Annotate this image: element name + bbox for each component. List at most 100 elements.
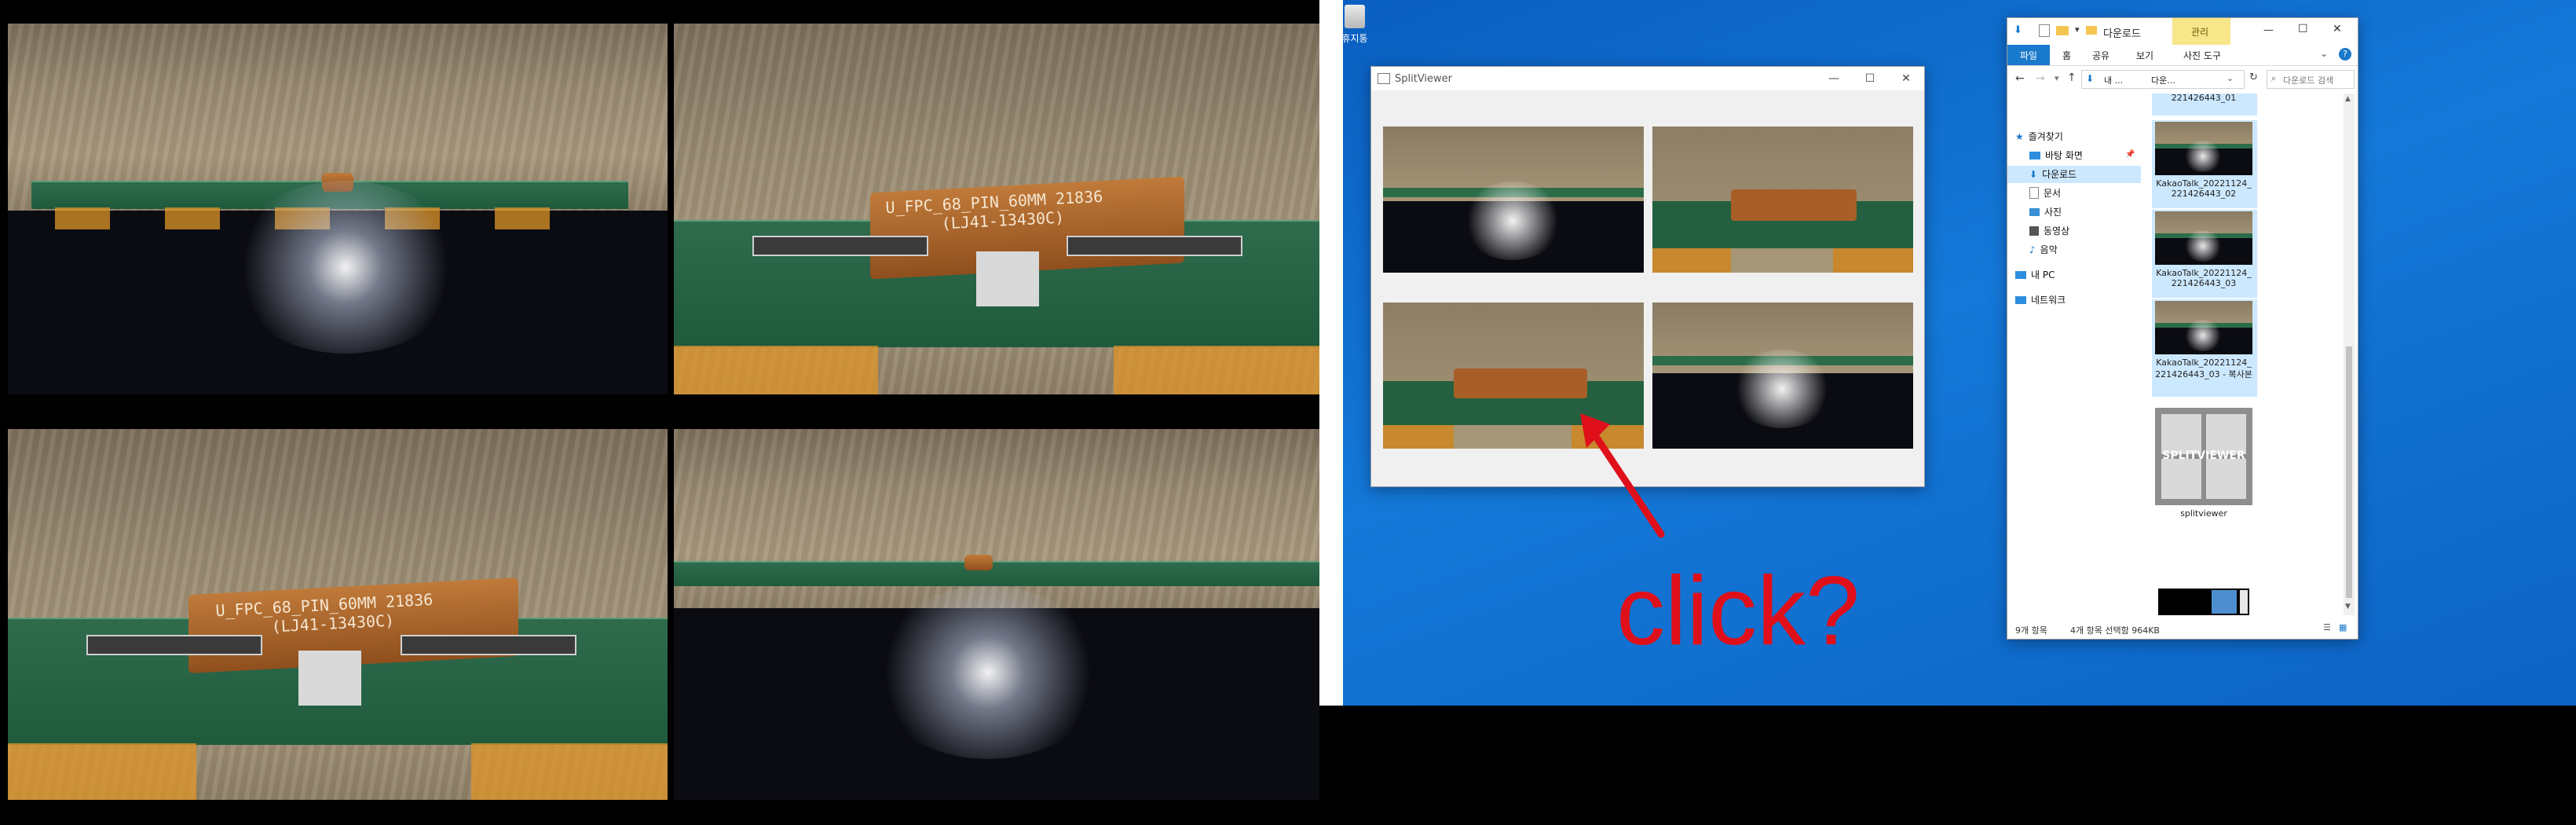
qat-dropdown-icon[interactable]: ▾ bbox=[2075, 24, 2080, 35]
photo-top-left bbox=[8, 24, 668, 394]
recent-dropdown-icon[interactable]: ▾ bbox=[2055, 73, 2059, 83]
file-thumbnail-4 bbox=[2155, 301, 2252, 354]
address-dropdown-icon[interactable]: ⌄ bbox=[2227, 73, 2234, 83]
file-item-5[interactable]: SPLITVIEWER splitviewer bbox=[2153, 408, 2254, 519]
forward-arrow-icon[interactable]: → bbox=[2036, 72, 2045, 85]
splitviewer-pane-top-right[interactable] bbox=[1652, 126, 1913, 273]
address-path-root[interactable]: 내 ... bbox=[2104, 74, 2123, 86]
explorer-close-button[interactable]: ✕ bbox=[2333, 23, 2342, 35]
splitviewer-app-icon bbox=[1378, 73, 1390, 84]
nav-desktop[interactable]: 바탕 화면 bbox=[2029, 148, 2083, 162]
nav-music[interactable]: ♪ 음악 bbox=[2029, 243, 2058, 256]
splitviewer-titlebar[interactable]: SplitViewer — ☐ ✕ bbox=[1371, 67, 1924, 90]
scroll-down-arrow-icon[interactable]: ▼ bbox=[2345, 603, 2351, 610]
pictures-icon bbox=[2029, 207, 2040, 216]
file-item-6[interactable] bbox=[2153, 588, 2254, 615]
video-icon bbox=[2029, 226, 2039, 236]
pin-icon: 📌 bbox=[2125, 150, 2135, 159]
quick-access-arrow-icon[interactable]: ⬇ bbox=[2014, 24, 2022, 36]
document-icon bbox=[2029, 187, 2039, 199]
downloads-path-icon: ⬇ bbox=[2086, 73, 2095, 84]
refresh-icon[interactable]: ↻ bbox=[2249, 72, 2258, 83]
nav-network[interactable]: 네트워크 bbox=[2015, 293, 2066, 306]
search-icon: ⌕ bbox=[2271, 73, 2277, 83]
address-row: ← → ▾ ↑ ⬇ 내 ... 다운... ⌄ ↻ ⌕ 다운로드 검색 bbox=[2007, 66, 2358, 93]
recycle-bin-icon bbox=[1345, 5, 1365, 28]
file-area: KakaoTalk_20221124_221426443_01 KakaoTal… bbox=[2142, 94, 2339, 615]
tab-picture-tools[interactable]: 사진 도구 bbox=[2183, 49, 2221, 62]
nav-quick-access[interactable]: ★ 즐겨찾기 bbox=[2015, 130, 2063, 143]
scrollbar-thumb[interactable] bbox=[2346, 346, 2352, 598]
explorer-maximize-button[interactable]: ☐ bbox=[2298, 23, 2308, 35]
navigation-pane: ★ 즐겨찾기 바탕 화면 ⬇ 다운로드 문서 사진 동영상 ♪ 음악 내 PC 네트워… bbox=[2007, 94, 2141, 615]
file-name-5: splitviewer bbox=[2180, 508, 2227, 519]
splitviewer-title: SplitViewer bbox=[1395, 72, 1453, 85]
music-icon: ♪ bbox=[2029, 244, 2036, 255]
explorer-minimize-button[interactable]: — bbox=[2263, 24, 2274, 36]
network-icon bbox=[2015, 295, 2026, 304]
photo-top-right: U_FPC_68_PIN_60MM 21836 (LJ41-13430C) bbox=[674, 24, 1334, 394]
file-thumbnail-6 bbox=[2158, 588, 2249, 615]
split-photo-grid: U_FPC_68_PIN_60MM 21836 (LJ41-13430C) U_… bbox=[0, 0, 1334, 825]
download-icon: ⬇ bbox=[2029, 168, 2038, 180]
nav-pictures[interactable]: 사진 bbox=[2029, 205, 2062, 218]
tab-file[interactable]: 파일 bbox=[2007, 45, 2050, 65]
file-item-1[interactable]: KakaoTalk_20221124_221426443_01 bbox=[2153, 94, 2254, 116]
up-arrow-icon[interactable]: ↑ bbox=[2067, 72, 2077, 84]
ribbon-tabs: 파일 홈 공유 보기 사진 도구 ⌄ ? bbox=[2007, 45, 2358, 66]
tab-view[interactable]: 보기 bbox=[2136, 49, 2153, 62]
file-name-1: KakaoTalk_20221124_221426443_01 bbox=[2171, 94, 2237, 103]
back-arrow-icon[interactable]: ← bbox=[2015, 72, 2025, 85]
explorer-window[interactable]: ⬇ ▾ 다운로드 관리 — ☐ ✕ 파일 홈 공유 보기 사진 도구 ⌄ ? ←… bbox=[2007, 17, 2358, 640]
splitviewer-app-logo: SPLITVIEWER bbox=[2155, 408, 2252, 505]
address-bar[interactable]: ⬇ 내 ... 다운... ⌄ bbox=[2081, 70, 2245, 89]
splitviewer-pane-bottom-right[interactable] bbox=[1652, 302, 1913, 449]
file-name-4: KakaoTalk_20221124_221426443_03 - 복사본 bbox=[2155, 358, 2252, 380]
annotation-arrow bbox=[1580, 413, 1665, 538]
help-icon[interactable]: ? bbox=[2339, 48, 2351, 60]
folder-icon-title bbox=[2086, 26, 2097, 35]
annotation-text: click? bbox=[1616, 557, 1861, 666]
nav-this-pc[interactable]: 내 PC bbox=[2015, 268, 2055, 281]
recycle-bin-label: 휴지통 bbox=[1341, 33, 1368, 44]
star-icon: ★ bbox=[2015, 130, 2024, 142]
explorer-titlebar[interactable]: ⬇ ▾ 다운로드 관리 — ☐ ✕ bbox=[2007, 18, 2358, 45]
nav-videos[interactable]: 동영상 bbox=[2029, 224, 2069, 237]
splitviewer-minimize-button[interactable]: — bbox=[1816, 67, 1852, 90]
photo-bottom-left: U_FPC_68_PIN_60MM 21836 (LJ41-13430C) bbox=[8, 429, 668, 800]
explorer-title: 다운로드 bbox=[2103, 28, 2141, 40]
properties-checkbox-icon[interactable] bbox=[2039, 24, 2050, 37]
splitviewer-close-button[interactable]: ✕ bbox=[1888, 67, 1924, 90]
photo-bottom-right bbox=[674, 429, 1334, 800]
contextual-tab-header: 관리 bbox=[2172, 18, 2230, 45]
computer-icon bbox=[2015, 270, 2026, 279]
splitviewer-pane-top-left[interactable] bbox=[1383, 126, 1644, 273]
status-bar: 9개 항목 4개 항목 선택함 964KB ☰ ▦ bbox=[2007, 618, 2358, 639]
file-name-2: KakaoTalk_20221124_221426443_02 bbox=[2156, 178, 2252, 199]
nav-downloads[interactable]: ⬇ 다운로드 bbox=[2029, 167, 2077, 181]
address-path-current[interactable]: 다운... bbox=[2151, 74, 2175, 86]
file-thumbnail-3 bbox=[2155, 211, 2252, 265]
desktop-icon bbox=[2029, 151, 2040, 160]
scroll-up-arrow-icon[interactable]: ▲ bbox=[2345, 95, 2351, 103]
file-item-2[interactable]: KakaoTalk_20221124_221426443_02 bbox=[2153, 122, 2254, 199]
tab-home[interactable]: 홈 bbox=[2062, 49, 2071, 62]
file-name-3: KakaoTalk_20221124_221426443_03 bbox=[2156, 268, 2252, 288]
nav-documents[interactable]: 문서 bbox=[2029, 186, 2061, 200]
splitviewer-maximize-button[interactable]: ☐ bbox=[1852, 67, 1888, 90]
folder-icon bbox=[2056, 26, 2069, 35]
tab-share[interactable]: 공유 bbox=[2092, 49, 2109, 62]
bottom-black-area bbox=[1319, 706, 2576, 825]
file-item-3[interactable]: KakaoTalk_20221124_221426443_03 bbox=[2153, 211, 2254, 288]
file-item-4[interactable]: KakaoTalk_20221124_221426443_03 - 복사본 bbox=[2153, 301, 2254, 380]
file-scrollbar[interactable]: ▲ ▼ bbox=[2344, 94, 2355, 615]
file-thumbnail-2 bbox=[2155, 122, 2252, 175]
status-selection: 4개 항목 선택함 964KB bbox=[2070, 625, 2160, 636]
status-item-count: 9개 항목 bbox=[2015, 625, 2047, 636]
details-view-icon[interactable]: ☰ bbox=[2323, 622, 2331, 632]
search-box[interactable]: ⌕ 다운로드 검색 bbox=[2267, 70, 2355, 89]
search-placeholder: 다운로드 검색 bbox=[2283, 75, 2334, 86]
recycle-bin-shortcut[interactable]: 휴지통 bbox=[1341, 5, 1368, 58]
ribbon-expand-icon[interactable]: ⌄ bbox=[2320, 48, 2328, 59]
large-icons-view-icon[interactable]: ▦ bbox=[2339, 622, 2347, 632]
